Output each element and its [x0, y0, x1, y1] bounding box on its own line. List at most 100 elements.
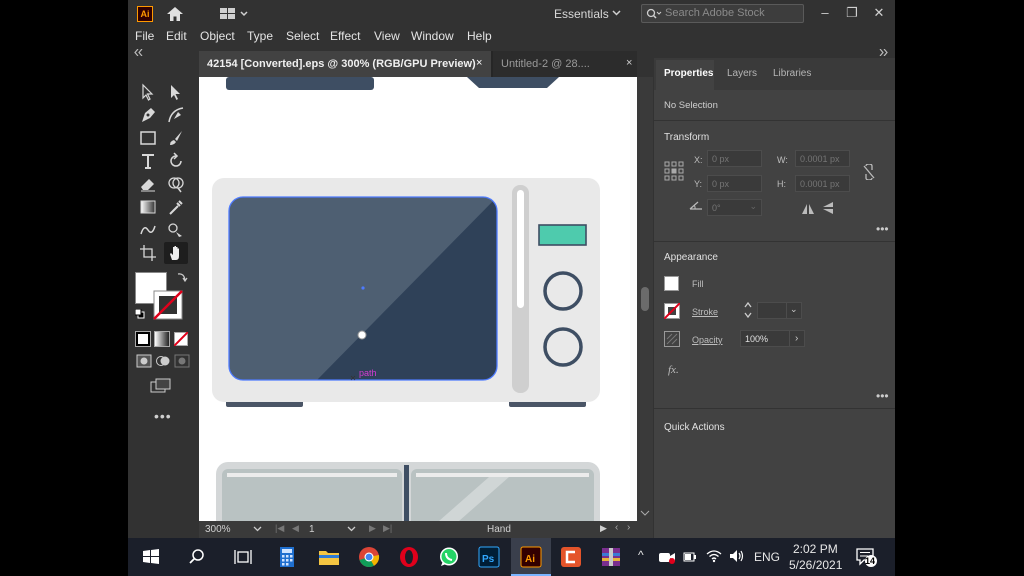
draw-normal-icon[interactable]: [136, 354, 152, 368]
close-tab-icon[interactable]: ×: [626, 57, 632, 69]
opera-icon[interactable]: [396, 544, 422, 570]
battery-icon[interactable]: [683, 550, 697, 564]
rectangle-tool-icon[interactable]: [138, 128, 158, 148]
stroke-label[interactable]: Stroke: [692, 307, 718, 317]
zoom-level[interactable]: 300%: [205, 524, 231, 535]
arrange-documents-icon[interactable]: [220, 8, 250, 20]
file-explorer-icon[interactable]: [316, 544, 342, 570]
constrain-proportions-icon[interactable]: [862, 164, 876, 180]
draw-behind-icon[interactable]: [155, 354, 171, 368]
flip-vertical-icon[interactable]: [822, 201, 834, 215]
menu-type[interactable]: Type: [247, 29, 273, 43]
first-artboard-icon[interactable]: |◀: [275, 523, 284, 534]
rotate-tool-icon[interactable]: [166, 151, 186, 171]
next-artboard-icon[interactable]: ▶: [369, 523, 376, 534]
color-mode-icon[interactable]: [135, 331, 151, 347]
stroke-color-swatch[interactable]: [664, 303, 680, 319]
home-icon[interactable]: [166, 6, 184, 22]
fill-label[interactable]: Fill: [692, 279, 704, 289]
expand-panel-icon[interactable]: [879, 49, 889, 56]
menu-object[interactable]: Object: [200, 29, 235, 43]
menu-window[interactable]: Window: [411, 29, 454, 43]
search-icon[interactable]: [184, 544, 210, 570]
default-colors-icon[interactable]: [135, 309, 145, 319]
tab-libraries[interactable]: Libraries: [773, 68, 811, 79]
task-view-icon[interactable]: [230, 544, 256, 570]
artboard-tool-icon[interactable]: [138, 243, 158, 263]
canvas-area[interactable]: path: [199, 77, 637, 521]
opacity-label[interactable]: Opacity: [692, 335, 723, 345]
menu-edit[interactable]: Edit: [166, 29, 187, 43]
scroll-down-icon[interactable]: [640, 509, 650, 517]
edit-toolbar-icon[interactable]: •••: [154, 408, 172, 424]
x-field[interactable]: 0 px: [707, 150, 762, 167]
restore-button[interactable]: ❐: [841, 4, 863, 22]
status-menu-icon[interactable]: ▶: [600, 523, 607, 534]
prev-artboard-icon[interactable]: ◀: [292, 523, 299, 534]
illustrator-icon[interactable]: Ai: [518, 544, 544, 570]
menu-select[interactable]: Select: [286, 29, 319, 43]
clock-date[interactable]: 5/26/2021: [789, 558, 842, 572]
paintbrush-tool-icon[interactable]: [166, 128, 186, 148]
stroke-swatch[interactable]: [152, 289, 184, 321]
opacity-field[interactable]: 100%: [740, 330, 790, 347]
windows-start-icon[interactable]: [138, 544, 164, 570]
more-options-icon[interactable]: •••: [876, 222, 889, 236]
input-language[interactable]: ENG: [754, 550, 780, 564]
search-adobe-stock-input[interactable]: Search Adobe Stock: [641, 4, 804, 23]
stroke-weight-dropdown[interactable]: ⌄: [786, 302, 802, 319]
curvature-tool-icon[interactable]: [166, 105, 186, 125]
meet-now-icon[interactable]: [658, 550, 676, 564]
hand-tool-icon[interactable]: [164, 242, 188, 264]
tab-layers[interactable]: Layers: [727, 68, 757, 79]
workspace-switcher[interactable]: Essentials: [554, 7, 609, 21]
close-window-button[interactable]: ✕: [868, 4, 890, 22]
shape-builder-tool-icon[interactable]: [166, 174, 186, 194]
eraser-tool-icon[interactable]: [138, 174, 158, 194]
scroll-thumb[interactable]: [641, 287, 649, 311]
w-field[interactable]: 0.0001 px: [795, 150, 850, 167]
gradient-tool-icon[interactable]: [138, 197, 158, 217]
wifi-icon[interactable]: [706, 549, 722, 563]
angle-field[interactable]: 0° ⌄: [707, 199, 762, 216]
eyedropper-tool-icon[interactable]: [166, 197, 186, 217]
blend-tool-icon[interactable]: [138, 220, 158, 240]
artboard[interactable]: path: [199, 77, 637, 521]
change-screen-mode-icon[interactable]: [150, 378, 172, 394]
h-field[interactable]: 0.0001 px: [795, 175, 850, 192]
reference-point-icon[interactable]: [664, 161, 684, 181]
cursor-app-icon[interactable]: [558, 544, 584, 570]
minimize-button[interactable]: –: [814, 4, 836, 22]
whatsapp-icon[interactable]: [436, 544, 462, 570]
tab-document-42154[interactable]: 42154 [Converted].eps @ 300% (RGB/GPU Pr…: [199, 51, 491, 77]
fx-icon[interactable]: fx.: [668, 364, 679, 376]
last-artboard-icon[interactable]: ▶|: [383, 523, 392, 534]
more-options-icon[interactable]: •••: [876, 389, 889, 403]
pen-tool-icon[interactable]: [138, 105, 158, 125]
y-field[interactable]: 0 px: [707, 175, 762, 192]
chevron-down-icon[interactable]: [612, 9, 621, 17]
collapse-panel-icon[interactable]: [134, 49, 144, 56]
stroke-weight-stepper-icon[interactable]: [743, 301, 753, 319]
photoshop-icon[interactable]: Ps: [476, 544, 502, 570]
stroke-weight-field[interactable]: [757, 302, 787, 319]
anchor-point[interactable]: [357, 330, 367, 340]
opacity-arrow[interactable]: ›: [789, 330, 805, 347]
fill-color-swatch[interactable]: [664, 276, 679, 291]
tab-properties[interactable]: Properties: [664, 68, 713, 79]
selection-tool-icon[interactable]: [138, 82, 158, 102]
chevron-down-icon[interactable]: [347, 525, 356, 533]
vertical-scrollbar[interactable]: [637, 77, 653, 521]
menu-file[interactable]: File: [135, 29, 154, 43]
scroll-left-icon[interactable]: ‹: [615, 522, 618, 533]
menu-help[interactable]: Help: [467, 29, 492, 43]
tab-document-untitled-2[interactable]: Untitled-2 @ 28....: [493, 51, 637, 77]
close-tab-icon[interactable]: ×: [476, 57, 482, 69]
chrome-icon[interactable]: [356, 544, 382, 570]
menu-view[interactable]: View: [374, 29, 400, 43]
scroll-right-icon[interactable]: ›: [627, 522, 630, 533]
show-hidden-icons-icon[interactable]: ^: [638, 548, 644, 562]
clock-time[interactable]: 2:02 PM: [793, 542, 838, 556]
gradient-mode-icon[interactable]: [154, 331, 170, 347]
flip-horizontal-icon[interactable]: [801, 203, 815, 215]
